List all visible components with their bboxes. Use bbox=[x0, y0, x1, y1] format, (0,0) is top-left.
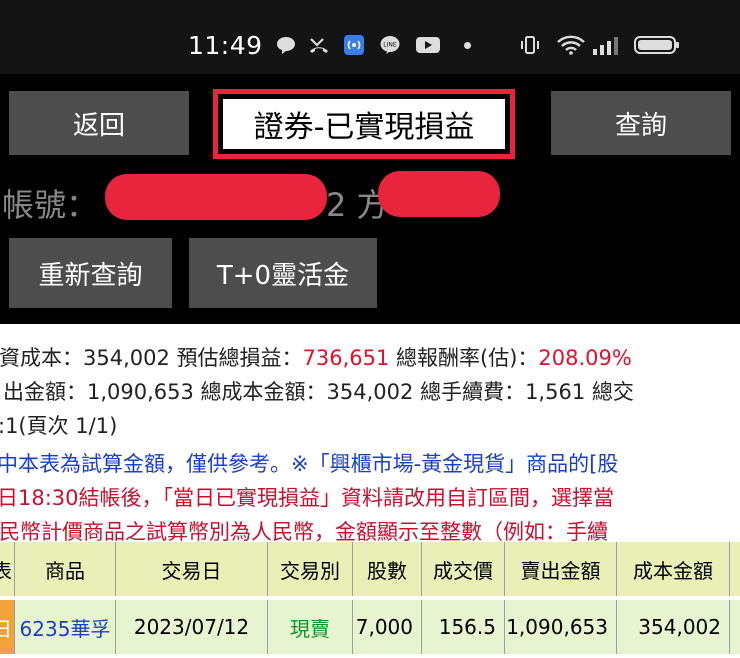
app-header: 返回 證券-已實現損益 查詢 帳號： 2 方 重新查詢 T+0靈活金 bbox=[0, 74, 740, 324]
redaction-mark bbox=[105, 174, 327, 220]
battery-icon bbox=[634, 36, 679, 54]
content-panel: 資成本：354,002 預估總損益：736,651 總報酬率(估)：208.09… bbox=[0, 324, 740, 658]
status-bar: 11:49 LINE bbox=[0, 0, 740, 74]
nfc-icon bbox=[344, 35, 364, 55]
col-header-type: 交易別 bbox=[268, 542, 353, 596]
redaction-mark bbox=[378, 171, 500, 217]
col-header-shares: 股數 bbox=[353, 542, 422, 596]
cost-amount-value: 354,002 bbox=[617, 600, 730, 654]
col-header-sell-amount: 賣出金額 bbox=[505, 542, 617, 596]
col-header-date: 交易日 bbox=[116, 542, 268, 596]
return-rate-value: 208.09% bbox=[538, 346, 632, 370]
product-link[interactable]: 6235華孚 bbox=[15, 600, 116, 654]
svg-text:LINE: LINE bbox=[383, 42, 397, 49]
col-header-mark: 表 bbox=[0, 542, 15, 596]
trade-type: 現賣 bbox=[268, 600, 353, 654]
missed-call-icon bbox=[310, 38, 328, 53]
query-button[interactable]: 查詢 bbox=[551, 91, 731, 155]
requery-button[interactable]: 重新查詢 bbox=[9, 238, 172, 308]
page-count: :1(頁次 1/1) bbox=[0, 414, 118, 438]
summary-return-label: 總報酬率(估)： bbox=[389, 346, 539, 370]
vibrate-icon bbox=[521, 36, 539, 54]
estimated-profit-value: 736,651 bbox=[302, 346, 390, 370]
col-header-product: 商品 bbox=[15, 542, 116, 596]
back-button[interactable]: 返回 bbox=[9, 91, 189, 155]
row-mark: 日 bbox=[0, 600, 15, 654]
page-title-frame: 證券-已實現損益 bbox=[213, 89, 515, 159]
wifi-icon bbox=[557, 35, 585, 55]
table-row[interactable]: 日 6235華孚 2023/07/12 現賣 7,000 156.5 1,090… bbox=[0, 600, 740, 654]
sell-amount-value: 1,090,653 bbox=[505, 600, 617, 654]
trade-date: 2023/07/12 bbox=[116, 600, 268, 654]
youtube-icon bbox=[416, 37, 440, 53]
t0-flex-button[interactable]: T+0靈活金 bbox=[189, 238, 377, 308]
summary-cost-label: 資成本：354,002 預估總損益： bbox=[0, 346, 303, 370]
settlement-note: 日18:30結帳後，「當日已實現損益」資料請改用自訂區間，選擇當 bbox=[0, 486, 615, 510]
signal-icon bbox=[593, 37, 618, 55]
chat-bubble-icon bbox=[277, 37, 295, 54]
disclaimer-note: 中本表為試算金額，僅供參考。※「興櫃市場-黃金現貨」商品的[股 bbox=[0, 452, 619, 476]
page-title: 證券-已實現損益 bbox=[223, 99, 505, 149]
status-time: 11:49 bbox=[188, 31, 263, 60]
account-label: 帳號： bbox=[2, 186, 99, 224]
price-value: 156.5 bbox=[422, 600, 505, 654]
col-header-cost-amount: 成本金額 bbox=[617, 542, 730, 596]
summary-line-1: 資成本：354,002 預估總損益：736,651 總報酬率(估)：208.09… bbox=[0, 342, 632, 372]
col-header-price: 成交價 bbox=[422, 542, 505, 596]
dot-icon bbox=[464, 42, 471, 49]
summary-line-2: 出金額：1,090,653 總成本金額：354,002 總手續費：1,561 總… bbox=[3, 380, 634, 404]
shares-value: 7,000 bbox=[353, 600, 422, 654]
table-header: 表 商品 交易日 交易別 股數 成交價 賣出金額 成本金額 bbox=[0, 542, 740, 596]
line-app-icon: LINE bbox=[380, 36, 400, 54]
